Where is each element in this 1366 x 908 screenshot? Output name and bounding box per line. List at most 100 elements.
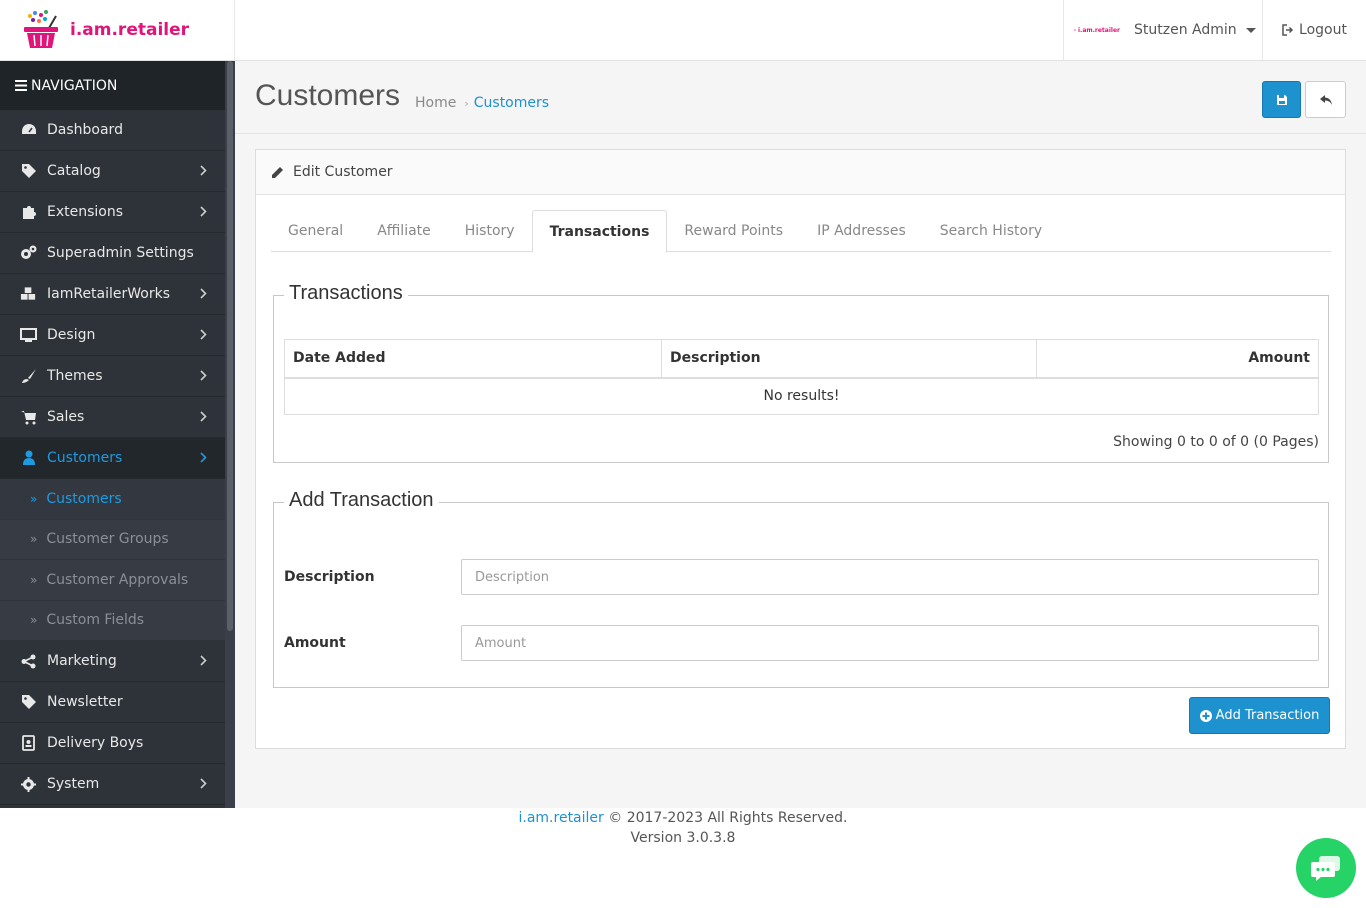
add-transaction-button[interactable]: Add Transaction [1189,697,1330,734]
tab-affiliate[interactable]: Affiliate [360,210,448,252]
column-header-amount[interactable]: Amount [1036,339,1319,379]
sidebar-item-label: Catalog [47,163,101,179]
brand-logo[interactable]: i.am.retailer [0,0,235,60]
cog-icon [20,776,37,793]
footer-brand-link[interactable]: i.am.retailer [519,810,604,826]
sidebar-item-catalog[interactable]: Catalog [0,151,225,192]
amount-label: Amount [284,635,346,651]
sidebar-item-design[interactable]: Design [0,315,225,356]
sidebar-item-label: Extensions [47,204,124,220]
sidebar-item-label: Themes [47,368,103,384]
description-input[interactable] [461,559,1319,595]
sidebar-item-sales[interactable]: Sales [0,397,225,438]
sidebar-subitem-customer-groups[interactable]: » Customer Groups [0,519,225,560]
sidebar-subitem-customers[interactable]: » Customers [0,479,225,520]
breadcrumb-home[interactable]: Home [415,95,456,111]
transactions-legend: Transactions [284,282,408,305]
sidebar-item-marketing[interactable]: Marketing [0,641,225,682]
sidebar-item-label: Design [47,327,96,343]
table-row: No results! [284,377,1319,415]
sidebar-item-delivery-boys[interactable]: Delivery Boys [0,723,225,764]
chevron-right-icon [200,370,207,381]
sidebar-item-label: Customers [47,450,123,466]
breadcrumb-customers[interactable]: Customers [474,95,549,111]
sidebar-subitem-customer-approvals[interactable]: » Customer Approvals [0,560,225,601]
add-transaction-legend: Add Transaction [284,489,439,512]
sidebar-item-label: Delivery Boys [47,735,144,751]
cubes-icon [20,286,37,303]
add-transaction-label: Add Transaction [1215,708,1320,723]
sidebar-item-dashboard[interactable]: Dashboard [0,110,225,151]
column-header-date-added[interactable]: Date Added [284,339,662,379]
table-header-row: Date Added Description Amount [284,339,1319,379]
cart-icon [20,409,37,426]
caret-down-icon [1245,27,1256,33]
sidebar-subitem-label: Customers [46,490,122,507]
tab-general[interactable]: General [271,210,360,252]
sidebar: NAVIGATION Dashboard Catalog Extensions … [0,61,235,808]
chevron-right-icon [200,655,207,666]
nav-heading: NAVIGATION [0,61,225,110]
tab-ip-addresses[interactable]: IP Addresses [800,210,923,252]
sidebar-item-iamretailerworks[interactable]: IamRetailerWorks [0,274,225,315]
add-transaction-fieldset: Add Transaction Description Amount [273,489,1329,688]
sidebar-item-system[interactable]: System [0,764,225,805]
sidebar-item-label: IamRetailerWorks [47,286,171,302]
chat-widget-button[interactable] [1296,838,1356,898]
panel-heading: Edit Customer [256,150,1345,195]
logout-label: Logout [1299,22,1347,38]
transactions-table: Date Added Description Amount No results… [284,339,1319,415]
chevron-right-icon [200,206,207,217]
sidebar-scrollbar[interactable] [225,61,235,808]
top-header: i.am.retailer i.am.retailer Stutzen Admi… [0,0,1366,61]
back-button[interactable] [1305,81,1346,118]
page-header: Customers Home › Customers [235,61,1366,134]
footer-copyright-line: i.am.retailer © 2017-2023 All Rights Res… [0,808,1366,828]
puzzle-icon [20,204,37,221]
share-icon [20,653,37,670]
sidebar-item-label: System [47,776,100,792]
sidebar-subitem-label: Custom Fields [46,612,145,629]
transactions-fieldset: Transactions Date Added Description Amou… [273,282,1329,463]
angle-double-right-icon: » [30,613,38,628]
chevron-right-icon [200,288,207,299]
column-header-description[interactable]: Description [661,339,1037,379]
chat-bubble-icon [1311,856,1340,881]
chevron-right-icon [200,165,207,176]
sidebar-item-themes[interactable]: Themes [0,356,225,397]
sidebar-item-superadmin-settings[interactable]: Superadmin Settings [0,233,225,274]
sidebar-item-label: Newsletter [47,694,123,710]
user-menu-toggle[interactable]: i.am.retailer Stutzen Admin [1063,0,1263,60]
sidebar-item-label: Dashboard [47,122,123,138]
chevron-right-icon [200,778,207,789]
sidebar-item-newsletter[interactable]: Newsletter [0,682,225,723]
panel-heading-label: Edit Customer [293,164,393,180]
logout-link[interactable]: Logout [1262,0,1366,60]
tab-search-history[interactable]: Search History [923,210,1059,252]
cogs-icon [20,245,37,262]
scrollbar-thumb[interactable] [227,61,233,631]
dashboard-icon [20,122,37,139]
angle-double-right-icon: » [30,491,38,506]
reply-icon [1319,94,1332,105]
sidebar-item-customers[interactable]: Customers [0,438,225,479]
pencil-icon [272,166,283,178]
sidebar-subitem-label: Customer Approvals [46,571,189,588]
page-footer: i.am.retailer © 2017-2023 All Rights Res… [0,808,1366,848]
id-badge-icon [20,735,37,752]
tab-reward-points[interactable]: Reward Points [667,210,800,252]
amount-input[interactable] [461,625,1319,661]
user-icon [20,450,37,467]
user-avatar-text: i.am.retailer [1077,26,1120,34]
sidebar-item-label: Sales [47,409,85,425]
brush-icon [20,368,37,385]
sidebar-item-extensions[interactable]: Extensions [0,192,225,233]
sidebar-subitem-custom-fields[interactable]: » Custom Fields [0,600,225,641]
basket-logo-icon [24,10,58,48]
save-button[interactable] [1262,81,1301,118]
desktop-icon [20,327,37,344]
footer-copyright: © 2017-2023 All Rights Reserved. [608,810,848,826]
tab-transactions[interactable]: Transactions [531,210,668,253]
description-label: Description [284,569,375,585]
tab-history[interactable]: History [448,210,532,252]
